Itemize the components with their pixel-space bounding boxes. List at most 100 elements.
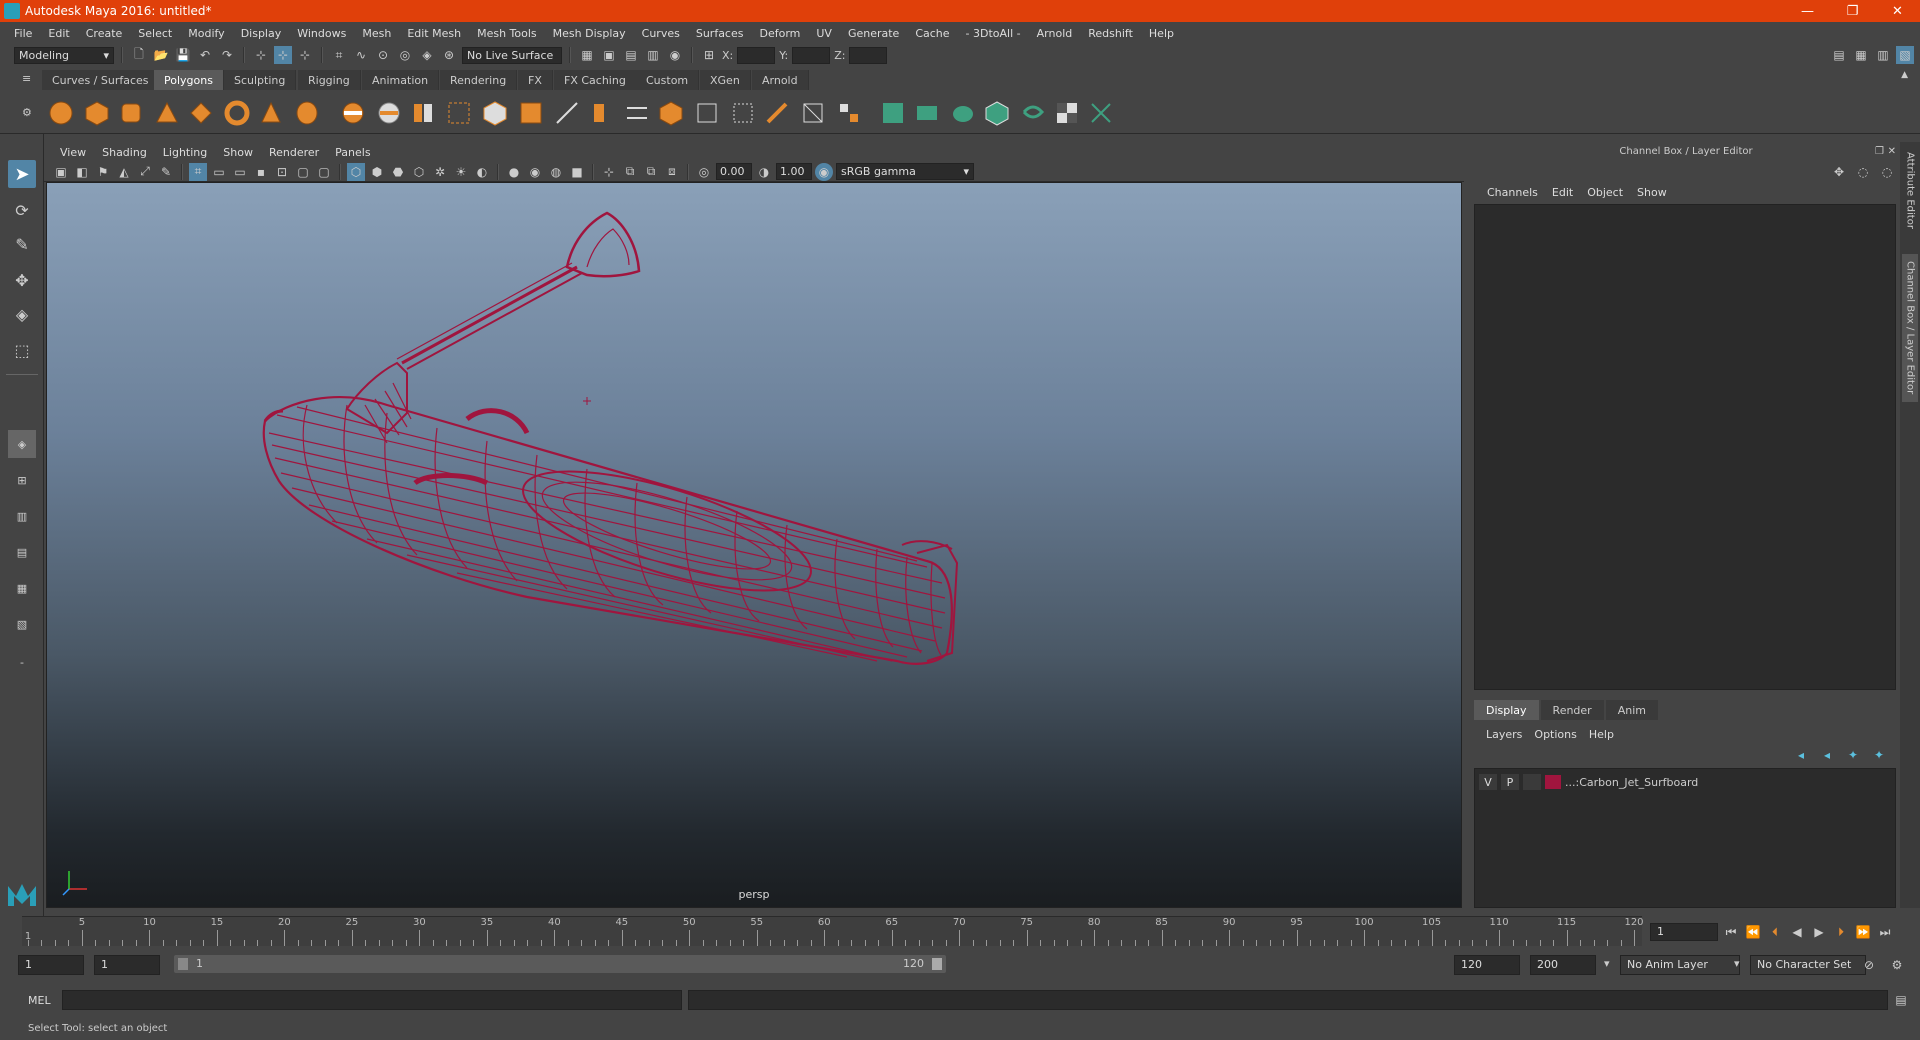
color-management-icon[interactable]: ◉ — [815, 162, 833, 181]
command-language-label[interactable]: MEL — [28, 994, 51, 1007]
extrude-icon[interactable] — [588, 100, 614, 126]
poly-pipe-icon[interactable] — [294, 100, 320, 126]
merge-icon[interactable] — [800, 100, 826, 126]
menu-arnold[interactable]: Arnold — [1029, 27, 1081, 40]
playback-start-field[interactable]: 1 — [94, 955, 160, 975]
menu-redshift[interactable]: Redshift — [1080, 27, 1141, 40]
mode-dropdown[interactable]: Modeling ▾ — [14, 46, 114, 64]
attribute-editor-toggle-icon[interactable]: ▦ — [1852, 46, 1870, 64]
snap-curve-icon[interactable]: ∿ — [352, 46, 370, 64]
render-view-icon[interactable]: ▥ — [644, 46, 662, 64]
layer-tab-display[interactable]: Display — [1474, 700, 1539, 720]
extract-icon[interactable] — [410, 100, 436, 126]
maximize-button[interactable]: ❐ — [1830, 0, 1875, 22]
uv-editor-icon[interactable] — [1020, 100, 1046, 126]
layer-tab-render[interactable]: Render — [1540, 700, 1604, 720]
gamma-icon[interactable]: ◑ — [755, 163, 773, 181]
auto-key-icon[interactable]: ⊘ — [1860, 956, 1878, 974]
shelf-tab-fx-caching[interactable]: FX Caching — [554, 70, 637, 90]
menu-mesh-display[interactable]: Mesh Display — [545, 27, 634, 40]
resolution-gate-icon[interactable]: ▭ — [231, 163, 249, 181]
move-layer-up-icon[interactable]: ◂ — [1792, 746, 1810, 764]
multi-cut-icon[interactable] — [554, 100, 580, 126]
playback-end-field[interactable]: 120 — [1454, 955, 1520, 975]
vp-menu-lighting[interactable]: Lighting — [155, 146, 215, 159]
automatic-mapping-icon[interactable] — [984, 100, 1010, 126]
anim-layer-dropdown[interactable]: No Anim Layer — [1620, 955, 1740, 975]
paint-select-tool[interactable]: ✎ — [8, 230, 36, 258]
lasso-tool[interactable]: ⟳ — [8, 196, 36, 224]
menu-help[interactable]: Help — [1141, 27, 1182, 40]
grid-icon[interactable]: ⌗ — [189, 162, 207, 181]
shelf-scroll-up-icon[interactable]: ▲ — [1901, 70, 1908, 80]
select-by-component-icon[interactable]: ⊹ — [296, 46, 314, 64]
mirror-icon[interactable] — [836, 100, 862, 126]
select-camera-icon[interactable]: ▣ — [52, 163, 70, 181]
snap-grid-icon[interactable]: ⌗ — [330, 46, 348, 64]
shelf-tab-xgen[interactable]: XGen — [700, 70, 751, 90]
cb-menu-object[interactable]: Object — [1580, 186, 1630, 199]
layer-menu-options[interactable]: Options — [1528, 728, 1582, 741]
menu-file[interactable]: File — [6, 27, 40, 40]
shadows-icon[interactable]: ◐ — [473, 163, 491, 181]
film-gate-icon[interactable]: ▭ — [210, 163, 228, 181]
make-live-icon[interactable]: ⊛ — [440, 46, 458, 64]
menu-uv[interactable]: UV — [808, 27, 840, 40]
layer-display-type-toggle[interactable] — [1523, 774, 1541, 790]
fill-hole-icon[interactable] — [694, 100, 720, 126]
isolate-select-icon[interactable]: ⊹ — [600, 163, 618, 181]
reduce-icon[interactable] — [518, 100, 544, 126]
use-default-material-icon[interactable]: ⬣ — [389, 163, 407, 181]
combine-icon[interactable] — [340, 100, 366, 126]
rotate-tool[interactable]: ◈ — [8, 300, 36, 328]
menu-deform[interactable]: Deform — [751, 27, 808, 40]
outliner-persp-layout[interactable]: ▤ — [8, 538, 36, 566]
range-slider-end-handle[interactable] — [932, 958, 942, 970]
speed-icon[interactable]: ◌ — [1854, 163, 1872, 181]
menu-create[interactable]: Create — [78, 27, 131, 40]
vp-menu-shading[interactable]: Shading — [94, 146, 155, 159]
separate-icon[interactable] — [376, 100, 402, 126]
single-perspective-layout[interactable]: ◈ — [8, 430, 36, 458]
open-scene-icon[interactable]: 📂 — [152, 46, 170, 64]
bridge-icon[interactable] — [624, 100, 650, 126]
save-scene-icon[interactable]: 💾 — [174, 46, 192, 64]
shelf-menu-icon[interactable]: ≡ — [22, 72, 31, 85]
character-set-dropdown[interactable]: No Character Set — [1750, 955, 1866, 975]
field-chart-icon[interactable]: ⊡ — [273, 163, 291, 181]
boolean-icon[interactable] — [482, 100, 508, 126]
chevron-down-icon[interactable]: ▾ — [1734, 957, 1740, 970]
render-frame-icon[interactable]: ▣ — [600, 46, 618, 64]
poly-cube-icon[interactable] — [84, 100, 110, 126]
menu-mesh[interactable]: Mesh — [354, 27, 399, 40]
use-all-lights-icon[interactable]: ☀ — [452, 163, 470, 181]
append-polygon-icon[interactable] — [730, 100, 756, 126]
render-settings-icon[interactable]: ▦ — [578, 46, 596, 64]
shelf-tab-rigging[interactable]: Rigging — [298, 70, 361, 90]
color-space-dropdown[interactable]: sRGB gamma ▾ — [836, 163, 974, 180]
motion-blur-icon[interactable]: ◉ — [526, 163, 544, 181]
channel-box-toggle-icon[interactable]: ▧ — [1896, 46, 1914, 64]
layer-visibility-toggle[interactable]: V — [1479, 774, 1497, 790]
xray-icon[interactable]: ⧉ — [621, 163, 639, 181]
menu-generate[interactable]: Generate — [840, 27, 907, 40]
shelf-tab-custom[interactable]: Custom — [636, 70, 700, 90]
scale-tool[interactable]: ⬚ — [8, 336, 36, 364]
menu-surfaces[interactable]: Surfaces — [688, 27, 752, 40]
step-forward-key-icon[interactable]: ⏩ — [1854, 923, 1872, 941]
menu-3dtoall[interactable]: - 3DtoAll - — [958, 27, 1029, 40]
menu-display[interactable]: Display — [233, 27, 290, 40]
select-tool[interactable]: ➤ — [8, 160, 36, 188]
poly-cone-icon[interactable] — [154, 100, 180, 126]
select-by-object-icon[interactable]: ⊹ — [274, 46, 292, 64]
grease-pencil-icon[interactable]: ✎ — [157, 163, 175, 181]
new-empty-layer-icon[interactable]: ✦ — [1844, 746, 1862, 764]
go-to-start-icon[interactable]: ⏮ — [1722, 923, 1740, 941]
gate-mask-icon[interactable]: ▪ — [252, 163, 270, 181]
menu-edit[interactable]: Edit — [40, 27, 77, 40]
vp-menu-view[interactable]: View — [52, 146, 94, 159]
smooth-icon[interactable] — [446, 100, 472, 126]
go-to-end-icon[interactable]: ⏭ — [1876, 923, 1894, 941]
layer-playback-toggle[interactable]: P — [1501, 774, 1519, 790]
uv-checker-icon[interactable] — [1054, 100, 1080, 126]
